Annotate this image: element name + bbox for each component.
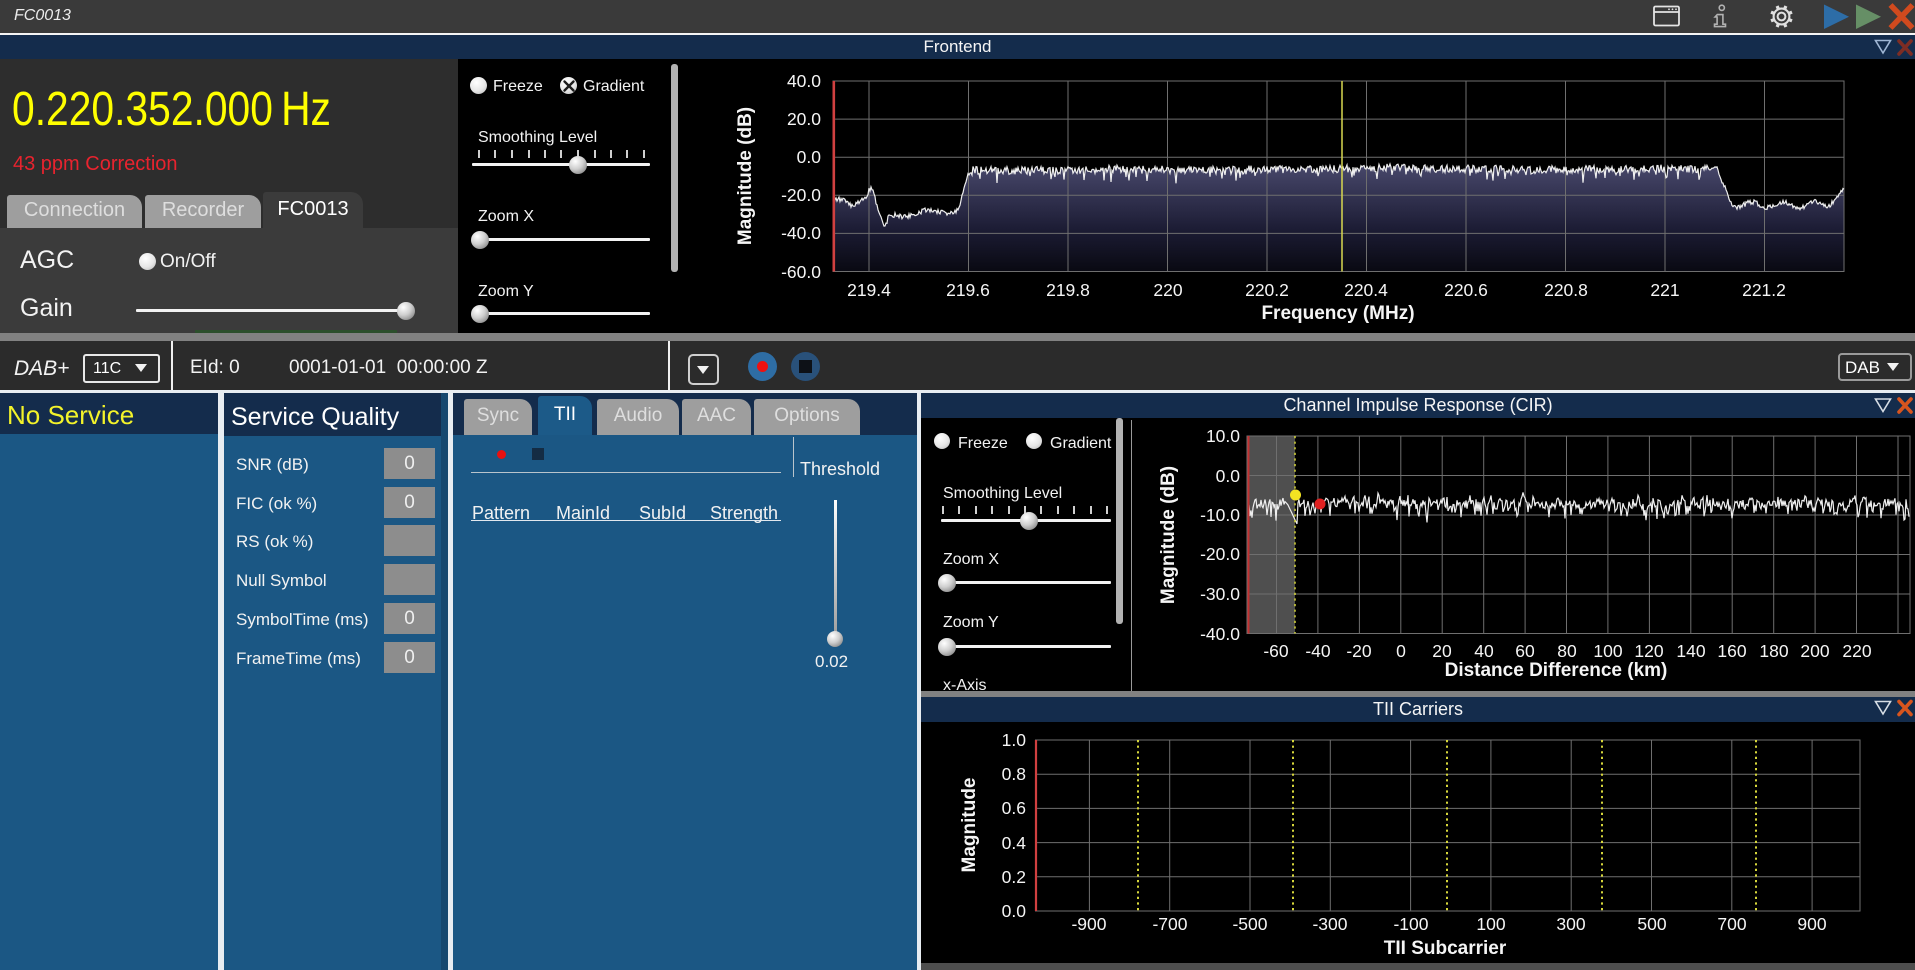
svg-text:0.0: 0.0: [797, 147, 822, 167]
svg-text:20.0: 20.0: [787, 109, 821, 129]
svg-text:-20.0: -20.0: [781, 185, 821, 205]
svg-text:219.6: 219.6: [946, 280, 990, 300]
svg-text:40.0: 40.0: [787, 71, 821, 91]
svg-text:Magnitude (dB): Magnitude (dB): [735, 107, 756, 245]
svg-text:219.4: 219.4: [847, 280, 891, 300]
svg-text:220: 220: [1153, 280, 1182, 300]
svg-text:220.4: 220.4: [1344, 280, 1388, 300]
svg-text:-40.0: -40.0: [781, 223, 821, 243]
svg-text:220.8: 220.8: [1544, 280, 1588, 300]
svg-text:220.6: 220.6: [1444, 280, 1488, 300]
svg-text:221: 221: [1650, 280, 1679, 300]
svg-text:219.8: 219.8: [1046, 280, 1090, 300]
svg-text:Frequency (MHz): Frequency (MHz): [1261, 303, 1414, 324]
svg-text:220.2: 220.2: [1245, 280, 1289, 300]
svg-text:221.2: 221.2: [1742, 280, 1786, 300]
svg-text:-60.0: -60.0: [781, 262, 821, 282]
